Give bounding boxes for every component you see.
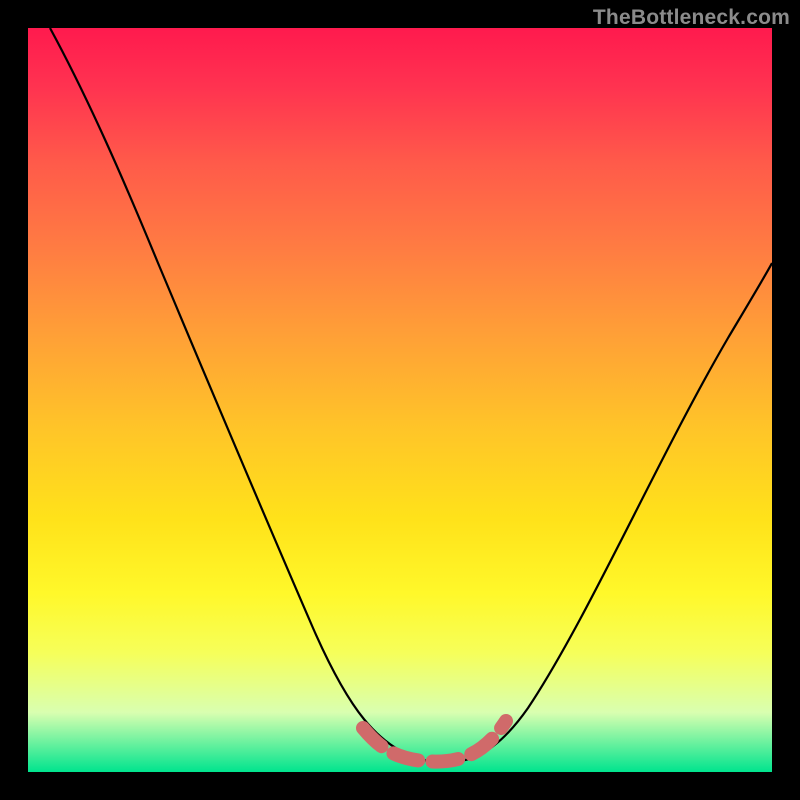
optimal-zone-marker (363, 721, 506, 762)
chart-svg (28, 28, 772, 772)
chart-canvas (28, 28, 772, 772)
bottleneck-curve-line (50, 28, 772, 762)
watermark-text: TheBottleneck.com (593, 6, 790, 30)
